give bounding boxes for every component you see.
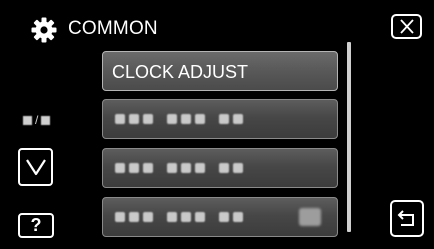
page-total — [41, 115, 51, 125]
blurred-label — [115, 163, 243, 173]
page-separator: / — [35, 113, 39, 127]
back-button[interactable] — [390, 200, 424, 237]
menu-item-2[interactable] — [102, 99, 338, 139]
menu-item-clock-adjust[interactable]: CLOCK ADJUST — [102, 51, 338, 91]
close-icon — [400, 19, 414, 34]
page-current — [23, 115, 32, 125]
header-bar: COMMON — [0, 0, 434, 48]
blurred-label — [115, 212, 243, 222]
scroll-down-button[interactable] — [18, 148, 53, 186]
menu-item-3[interactable] — [102, 148, 338, 188]
scrollbar[interactable] — [347, 42, 351, 232]
help-button[interactable]: ? — [18, 213, 54, 238]
close-button[interactable] — [391, 14, 422, 39]
page-title: COMMON — [68, 18, 158, 39]
chevron-down-icon — [26, 159, 46, 176]
help-label: ? — [30, 215, 42, 235]
blurred-label — [115, 114, 243, 124]
menu-item-label: CLOCK ADJUST — [112, 62, 249, 82]
return-icon — [397, 210, 414, 226]
menu-item-4[interactable] — [102, 197, 338, 237]
blurred-icon — [299, 208, 321, 226]
gear-icon — [31, 17, 57, 43]
page-indicator: / — [23, 113, 51, 127]
